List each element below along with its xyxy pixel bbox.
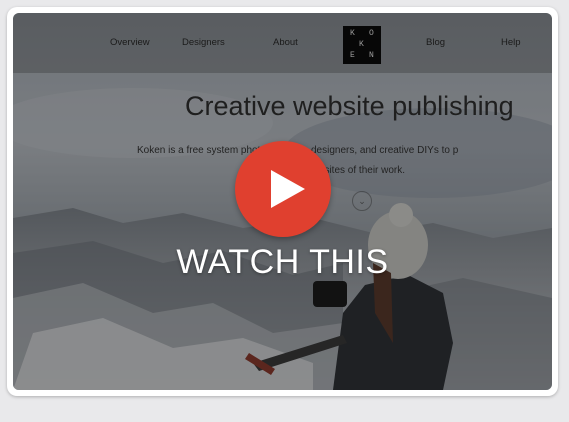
logo-letter-5: N [369,51,374,60]
video-card: Overview Designers About K O K E N Blog … [7,7,558,396]
hero-title: Creative website publishing [185,91,514,121]
top-navigation: Overview Designers About K O K E N Blog … [13,13,552,73]
logo-letter-4: E [350,51,355,60]
play-icon [271,170,305,208]
nav-about[interactable]: About [273,37,298,48]
logo-letter-1: K [350,29,355,38]
koken-logo[interactable]: K O K E N [343,26,381,64]
watch-this-label: WATCH THIS [176,243,389,281]
nav-blog[interactable]: Blog [426,37,445,48]
nav-help[interactable]: Help [501,37,521,48]
nav-overview[interactable]: Overview [110,37,150,48]
logo-letter-2: O [369,29,374,38]
nav-designers[interactable]: Designers [182,37,225,48]
play-button[interactable] [235,141,331,237]
video-thumbnail[interactable]: Overview Designers About K O K E N Blog … [13,13,552,390]
logo-letter-3: K [359,40,364,49]
chevron-down-icon[interactable]: ⌄ [352,191,372,211]
